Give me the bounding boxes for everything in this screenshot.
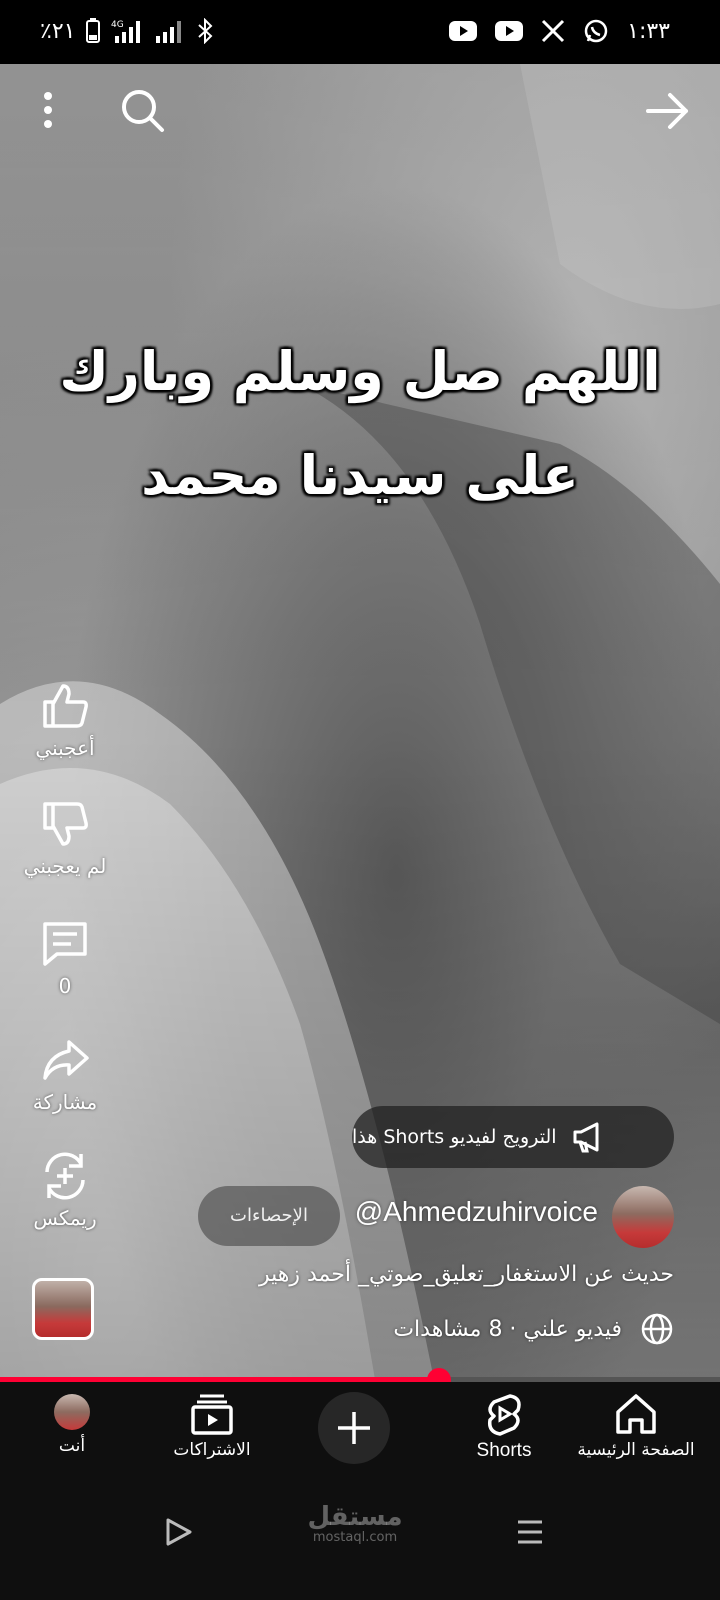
search-button[interactable] — [118, 86, 168, 136]
back-button[interactable] — [642, 86, 692, 136]
bottom-navigation: الصفحة الرئيسية Shorts الاشتراكات أنت — [0, 1382, 720, 1480]
nav-subscriptions[interactable]: الاشتراكات — [140, 1382, 284, 1480]
share-button[interactable]: مشاركة — [0, 1034, 130, 1114]
watermark-sub: mostaql.com — [312, 1530, 398, 1545]
overlay-line-2: على سيدنا محمد — [141, 444, 579, 507]
system-back-button[interactable] — [148, 1506, 208, 1558]
remix-button[interactable]: ريمكس — [0, 1150, 130, 1230]
stats-button[interactable]: الإحصاءات — [198, 1186, 340, 1246]
megaphone-icon — [573, 1122, 599, 1153]
more-vert-icon — [44, 92, 52, 128]
plus-icon — [338, 1412, 370, 1444]
whatsapp-notification-icon — [583, 18, 609, 44]
cellular-4g-icon: 4G — [111, 18, 145, 44]
status-left: ٪٢١ 4G — [40, 18, 217, 44]
nav-you-label: أنت — [58, 1436, 86, 1456]
top-controls — [0, 64, 720, 160]
thumbs-up-icon — [43, 684, 88, 728]
like-label: أعجبني — [35, 736, 95, 760]
more-options-button[interactable] — [30, 90, 66, 130]
nav-home[interactable]: الصفحة الرئيسية — [564, 1382, 708, 1480]
video-meta: فيديو علني · 8 مشاهدات — [393, 1312, 674, 1346]
system-navigation-bar: مستقل mostaql.com — [0, 1480, 720, 1600]
video-overlay-text: اللهم صل وسلم وبارك على سيدنا محمد — [0, 320, 720, 528]
sound-thumbnail[interactable] — [32, 1278, 94, 1340]
channel-handle[interactable]: @Ahmedzuhirvoice — [355, 1196, 598, 1228]
share-label: مشاركة — [32, 1090, 98, 1114]
nav-shorts-label: Shorts — [476, 1440, 532, 1461]
status-bar: ٪٢١ 4G ١:٣٣ — [0, 0, 720, 64]
youtube-notification-icon — [449, 21, 478, 41]
video-title[interactable]: حديث عن الاستغفار_تعليق_صوتي_ أحمد زهير — [259, 1262, 674, 1287]
subscriptions-icon — [191, 1394, 233, 1435]
nav-you[interactable]: أنت — [0, 1382, 144, 1480]
visibility-views: فيديو علني · 8 مشاهدات — [393, 1316, 622, 1342]
comments-count: 0 — [58, 974, 72, 998]
like-button[interactable]: أعجبني — [0, 680, 130, 760]
triangle-back-icon — [166, 1518, 192, 1546]
comment-icon — [43, 922, 87, 966]
dislike-button[interactable]: لم يعجبني — [0, 798, 130, 878]
system-recents-button[interactable] — [500, 1506, 560, 1558]
x-notification-icon — [541, 19, 565, 43]
menu-lines-icon — [518, 1520, 542, 1544]
promote-short-button[interactable]: الترويج لفيديو Shorts هذا — [352, 1106, 674, 1168]
channel-avatar[interactable] — [612, 1186, 674, 1248]
globe-icon — [641, 1313, 673, 1345]
youtube-notification-icon — [495, 21, 524, 41]
comments-button[interactable]: 0 — [0, 918, 130, 998]
shorts-icon — [487, 1394, 521, 1436]
search-icon — [122, 90, 164, 132]
svg-text:4G: 4G — [111, 20, 124, 30]
clock: ١:٣٣ — [627, 18, 670, 44]
overlay-line-1: اللهم صل وسلم وبارك — [59, 340, 661, 403]
nav-shorts[interactable]: Shorts — [432, 1382, 576, 1480]
create-button[interactable] — [318, 1392, 390, 1464]
dislike-label: لم يعجبني — [23, 854, 107, 878]
share-icon — [43, 1040, 89, 1080]
status-right: ١:٣٣ — [449, 18, 670, 44]
watermark: مستقل mostaql.com — [300, 1502, 410, 1545]
cellular-signal-icon — [155, 18, 185, 44]
remix-label: ريمكس — [33, 1206, 97, 1230]
arrow-right-icon — [646, 93, 688, 129]
thumbs-down-icon — [43, 802, 88, 846]
home-icon — [616, 1394, 656, 1434]
watermark-main: مستقل — [307, 1502, 403, 1532]
battery-percent: ٪٢١ — [40, 18, 76, 44]
battery-icon — [85, 18, 101, 44]
user-avatar — [54, 1394, 90, 1430]
bluetooth-icon — [195, 18, 217, 44]
nav-home-label: الصفحة الرئيسية — [577, 1440, 695, 1460]
promote-label: الترويج لفيديو Shorts هذا — [352, 1126, 557, 1148]
remix-icon — [45, 1152, 85, 1200]
nav-subscriptions-label: الاشتراكات — [173, 1440, 251, 1460]
